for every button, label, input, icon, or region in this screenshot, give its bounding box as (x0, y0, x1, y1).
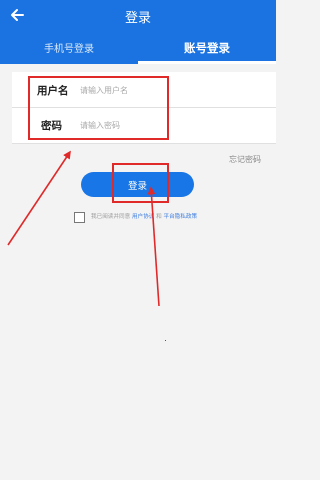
artifact-dot (165, 340, 166, 341)
annotation-arrow-to-login (147, 186, 160, 307)
annotation-arrows (7, 150, 160, 307)
annotation-arrow-to-credentials (7, 150, 71, 246)
